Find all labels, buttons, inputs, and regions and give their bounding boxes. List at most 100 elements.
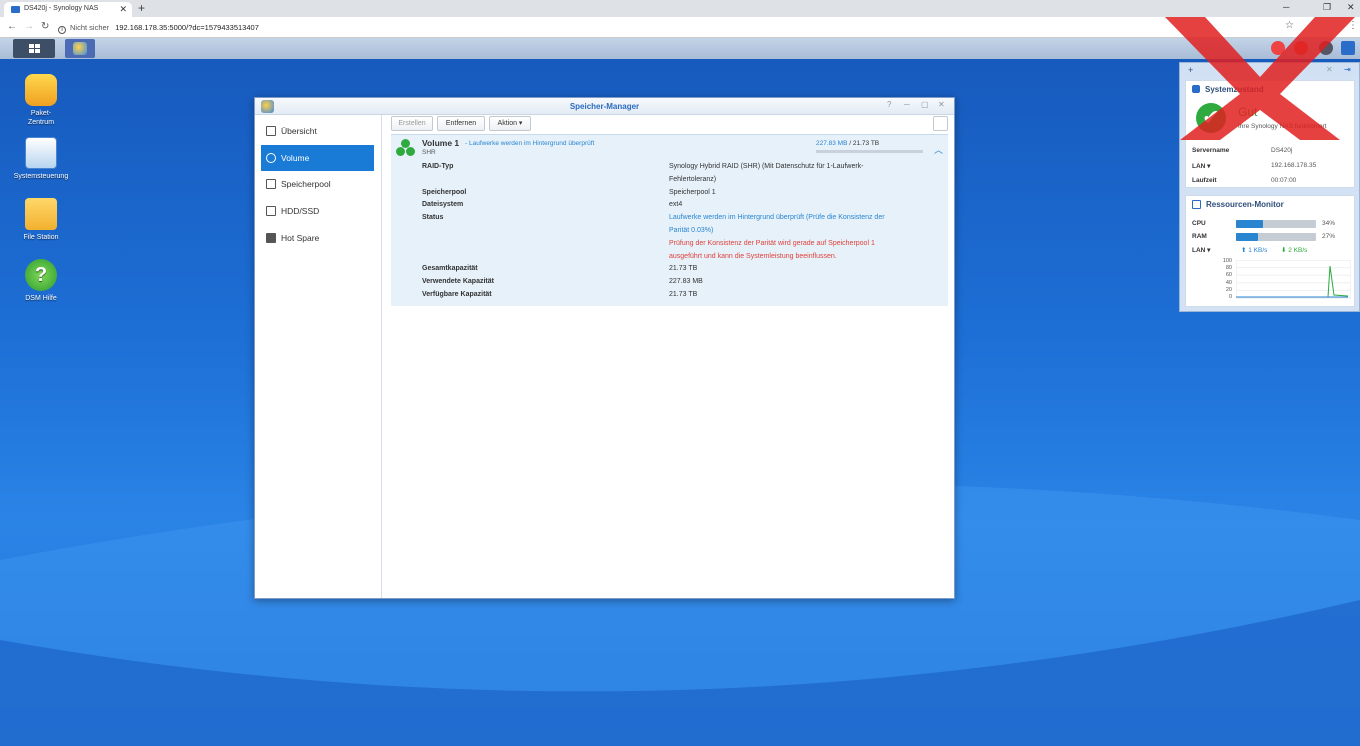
reload-icon[interactable]: ↻ [41,21,49,32]
volume-used: 227.83 MB [816,140,848,147]
synology-favicon-icon [11,6,20,13]
cpu-label: CPU [1192,220,1206,227]
minimize-button[interactable]: ─ [904,100,910,109]
taskbar-storage-manager[interactable] [65,39,95,58]
package-center-icon [25,74,57,106]
download-rate: ⬇ 2 KB/s [1281,247,1308,254]
sidebar-item-storage-pool[interactable]: Speicherpool [261,171,374,197]
desktop-icon-dsm-help[interactable]: ? DSM Hilfe [6,259,76,303]
main-menu-button[interactable] [13,39,55,58]
browser-menu-icon[interactable]: ⋮ [1348,20,1358,31]
desktop-icon-file-station[interactable]: File Station [6,198,76,242]
browser-tab[interactable]: DS420j - Synology NAS ✕ [4,2,132,17]
browser-toolbar: ← → ↻ i Nicht sicher 192.168.178.35:5000/?… [0,17,1360,38]
detail-label: Speicherpool [422,188,467,196]
action-dropdown[interactable]: Aktion ▾ [489,116,531,131]
ram-label: RAM [1192,233,1207,240]
search-icon[interactable] [1319,41,1333,55]
restore-window-icon[interactable]: ❐ [1323,2,1331,13]
volume-usage-text: 227.83 MB / 21.73 TB [816,140,879,147]
grid-icon [29,44,34,48]
back-arrow-icon[interactable]: ← [7,21,17,32]
ram-percent: 27% [1322,233,1336,240]
view-toggle-icon[interactable] [933,116,948,131]
desktop-icon-control-panel[interactable]: Systemsteuerung [6,137,76,181]
detail-value: Laufwerke werden im Hintergrund überprüf… [669,214,885,222]
close-button[interactable]: ✕ [938,100,945,109]
collapse-panel-icon[interactable]: ⇥ [1344,65,1351,74]
detail-label: Verwendete Kapazität [422,278,494,286]
detail-value: Speicherpool 1 [669,188,716,196]
remove-button[interactable]: Entfernen [437,116,485,131]
info-icon[interactable]: i [58,26,66,34]
health-status-detail: Ihre Synology NAS funktioniert [1238,123,1327,130]
new-tab-button[interactable]: + [138,1,145,15]
not-secure-label: Nicht sicher [70,23,110,32]
ram-bar [1236,233,1316,241]
detail-value: Fehlertoleranz) [669,175,717,183]
add-widget-icon[interactable]: + [1188,65,1193,75]
health-label[interactable]: LAN ▾ [1192,162,1210,170]
window-titlebar[interactable]: Speicher-Manager ? ─ ▢ ✕ [255,98,954,115]
sidebar-item-overview[interactable]: Übersicht [261,118,374,144]
sidebar-item-hdd-ssd[interactable]: HDD/SSD [261,198,374,224]
resource-monitor-widget: Ressourcen-Monitor CPU 34% RAM 27% LAN ▾… [1185,195,1355,307]
close-window-icon[interactable]: ✕ [1347,2,1355,13]
volume-name: Volume 1 [422,138,460,148]
cpu-bar-fill [1236,220,1264,228]
desktop-icon-package-center[interactable]: Paket- Zentrum [6,74,76,127]
help-button[interactable]: ? [887,100,891,109]
control-panel-icon [25,137,57,169]
storage-pool-icon [266,179,276,189]
widgets-toggle-icon[interactable] [1341,41,1355,55]
widget-title: Ressourcen-Monitor [1206,200,1284,209]
grid-icon [29,49,34,53]
maximize-button[interactable]: ▢ [921,100,929,109]
pin-icon[interactable]: ✕ [1326,65,1333,74]
sidebar-item-volume[interactable]: Volume [261,145,374,171]
user-icon[interactable] [1294,41,1308,55]
volume-icon [266,153,276,163]
volume-panel[interactable]: Volume 1 - Laufwerke werden im Hintergru… [391,134,948,306]
bookmark-star-icon[interactable]: ☆ [1285,20,1294,31]
health-value: 00:07:00 [1271,177,1297,184]
storage-manager-window: Speicher-Manager ? ─ ▢ ✕ Übersicht Volum… [254,97,955,599]
main-content: Erstellen Entfernen Aktion ▾ Volume 1 - … [382,115,954,598]
close-tab-icon[interactable]: ✕ [119,2,127,16]
health-value: DS420j [1271,147,1293,154]
detail-value: Synology Hybrid RAID (SHR) (Mit Datensch… [669,163,864,170]
forward-arrow-icon[interactable]: → [24,21,34,32]
chart-y-tick: 100 [1222,258,1232,264]
browser-tab-title: DS420j - Synology NAS [24,5,99,12]
sidebar-item-label: Übersicht [281,126,317,136]
detail-value: ausgeführt und kann die Systemleistung b… [669,252,837,260]
notification-icon[interactable] [1271,41,1285,55]
health-label: Servername [1192,147,1230,154]
volume-type: SHR [422,149,436,156]
chart-y-tick: 60 [1225,272,1232,279]
widget-title: Systemzustand [1205,85,1264,94]
collapse-chevron-icon[interactable]: ︿ [934,143,943,156]
detail-value: 21.73 TB [669,265,698,273]
sidebar-item-hot-spare[interactable]: Hot Spare [261,225,374,251]
grid-icon [35,44,40,48]
upload-rate: ⬆ 1 KB/s [1241,247,1268,254]
minimize-window-icon[interactable]: ─ [1283,2,1289,12]
desktop-icon-label: Paket- Zentrum [27,110,55,126]
lan-label[interactable]: LAN ▾ [1192,246,1210,254]
cpu-bar [1236,220,1316,228]
create-button[interactable]: Erstellen [391,116,433,131]
detail-label: Status [422,214,444,222]
address-bar[interactable]: i Nicht sicher 192.168.178.35:5000/?dc=157… [58,20,1268,35]
sidebar-item-label: HDD/SSD [281,206,320,216]
health-status: Gut [1238,105,1258,119]
health-value: 192.168.178.35 [1271,162,1317,169]
overview-icon [266,126,276,136]
volume-total: / 21.73 TB [849,140,880,147]
health-label: Laufzeit [1192,177,1217,184]
volume-usage-bar [816,150,923,153]
storage-manager-icon [73,42,87,55]
detail-value: ext4 [669,201,683,209]
hot-spare-icon [266,233,276,243]
widgets-header: + ✕ ⇥ [1180,63,1359,79]
